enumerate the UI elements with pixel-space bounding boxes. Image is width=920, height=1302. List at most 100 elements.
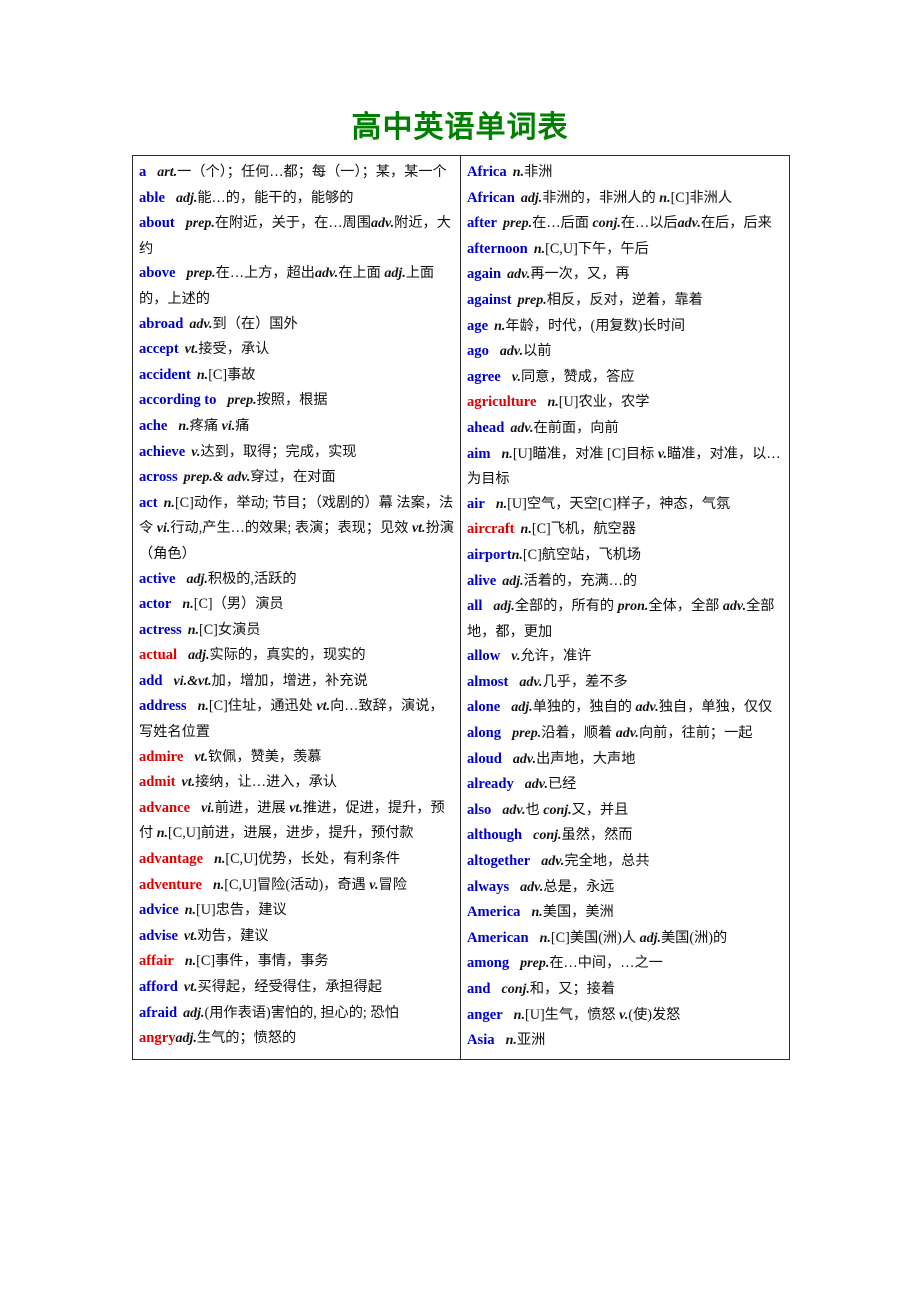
vocabulary-entry: age n.年龄，时代，(用复数)长时间 bbox=[467, 314, 783, 340]
headword: achieve bbox=[139, 443, 186, 460]
definition: n.[U]生气，愤怒 v.(使)发怒 bbox=[513, 1006, 681, 1023]
definition: adj.生气的；愤怒的 bbox=[175, 1030, 297, 1047]
headword: and bbox=[467, 981, 491, 997]
headword: along bbox=[467, 725, 502, 742]
headword: actor bbox=[139, 596, 172, 613]
headword: according to bbox=[139, 392, 217, 409]
headword: about bbox=[139, 215, 175, 232]
vocabulary-entry: admire vt.钦佩，赞美，羡慕 bbox=[139, 745, 454, 771]
vocabulary-entry: also adv.也 conj.又，并且 bbox=[467, 798, 783, 824]
vocabulary-entry: able adj.能…的，能干的，能够的 bbox=[139, 186, 454, 212]
vocabulary-entry: ago adv.以前 bbox=[467, 339, 783, 365]
headword: active bbox=[139, 570, 176, 587]
vocabulary-entry: all adj.全部的，所有的 pron.全体，全部 adv.全部地，都，更加 bbox=[467, 594, 783, 644]
vocabulary-entry: American n.[C]美国(洲)人 adj.美国(洲)的 bbox=[467, 926, 783, 952]
headword: after bbox=[467, 215, 497, 232]
vocabulary-entry: airportn.[C]航空站，飞机场 bbox=[467, 543, 783, 569]
vocabulary-entry: again adv.再一次，又，再 bbox=[467, 262, 783, 288]
definition: adv.以前 bbox=[499, 343, 552, 360]
vocabulary-entry: address n.[C]住址，通迅处 vt.向…致辞，演说，写姓名位置 bbox=[139, 694, 454, 744]
vocabulary-entry: aircraft n.[C]飞机，航空器 bbox=[467, 517, 783, 543]
headword: allow bbox=[467, 648, 501, 665]
definition: n.[U]空气，天空[C]样子，神态，气氛 bbox=[495, 495, 731, 512]
vocabulary-entry: agree v.同意，赞成，答应 bbox=[467, 365, 783, 391]
headword: actress bbox=[139, 621, 182, 638]
vocabulary-entry: against prep.相反，反对，逆着，靠着 bbox=[467, 288, 783, 314]
vocabulary-entry: America n.美国，美洲 bbox=[467, 900, 783, 926]
headword: affair bbox=[139, 953, 174, 970]
vocabulary-entry: and conj.和，又；接着 bbox=[467, 977, 783, 1003]
headword: aircraft bbox=[467, 521, 515, 538]
definition: v.达到，取得；完成，实现 bbox=[191, 443, 357, 460]
headword: afraid bbox=[139, 1004, 178, 1021]
headword: America bbox=[467, 904, 521, 921]
definition: n.[C]事件，事情，事务 bbox=[184, 953, 329, 970]
headword: advantage bbox=[139, 851, 204, 868]
definition: v.同意，赞成，答应 bbox=[511, 368, 635, 385]
headword: abroad bbox=[139, 315, 184, 332]
definition: adj.积极的,活跃的 bbox=[186, 570, 297, 587]
headword: above bbox=[139, 265, 176, 282]
headword: anger bbox=[467, 1006, 503, 1023]
definition: prep.在附近，关于，在…周围adv.附近，大约 bbox=[139, 215, 451, 257]
definition: vt.接纳，让…进入，承认 bbox=[181, 774, 337, 791]
vocabulary-entry: although conj.虽然，然而 bbox=[467, 823, 783, 849]
definition: n.非洲 bbox=[512, 164, 553, 180]
definition: adv.已经 bbox=[524, 776, 577, 793]
headword: afford bbox=[139, 979, 178, 995]
definition: v.允许，准许 bbox=[511, 648, 592, 665]
vocabulary-entry: across prep.& adv.穿过，在对面 bbox=[139, 465, 454, 491]
vocabulary-entry: angryadj.生气的；愤怒的 bbox=[139, 1026, 454, 1052]
definition: adv.到（在）国外 bbox=[189, 315, 298, 332]
definition: n.[C]（男）演员 bbox=[182, 596, 284, 613]
vocabulary-entry: African adj.非洲的，非洲人的 n.[C]非洲人 bbox=[467, 186, 783, 212]
vocabulary-entry: add vi.&vt.加，增加，增进，补充说 bbox=[139, 669, 454, 695]
vocabulary-entry: among prep.在…中间，…之一 bbox=[467, 951, 783, 977]
definition: adv.几乎，差不多 bbox=[519, 673, 628, 690]
headword: afternoon bbox=[467, 240, 528, 257]
headword: able bbox=[139, 189, 165, 206]
vocabulary-entry: act n.[C]动作，举动; 节目；（戏剧的）幕 法案，法令 vi.行动,产生…… bbox=[139, 491, 454, 567]
headword: adventure bbox=[139, 876, 202, 893]
definition: conj.虽然，然而 bbox=[533, 827, 633, 844]
vocabulary-entry: Africa n.非洲 bbox=[467, 160, 783, 186]
definition: vi.&vt.加，增加，增进，补充说 bbox=[173, 672, 368, 689]
vocabulary-entry: anger n.[U]生气，愤怒 v.(使)发怒 bbox=[467, 1003, 783, 1029]
definition: adv.完全地，总共 bbox=[541, 853, 650, 870]
definition: prep.& adv.穿过，在对面 bbox=[183, 469, 336, 486]
vocabulary-entry: afraid adj.(用作表语)害怕的, 担心的; 恐怕 bbox=[139, 1001, 454, 1027]
headword: admire bbox=[139, 748, 184, 765]
vocabulary-entry: alone adj.单独的，独自的 adv.独自，单独，仅仅 bbox=[467, 695, 783, 721]
page-title: 高中英语单词表 bbox=[351, 110, 569, 145]
definition: n.[C]事故 bbox=[196, 366, 256, 383]
headword: actual bbox=[139, 647, 178, 664]
vocabulary-entry: aloud adv.出声地，大声地 bbox=[467, 747, 783, 773]
definition: adv.总是，永远 bbox=[520, 878, 615, 895]
definition: adj.非洲的，非洲人的 n.[C]非洲人 bbox=[520, 189, 733, 206]
definition: art.一（个）；任何…都；每（一）；某，某一个 bbox=[157, 164, 447, 180]
headword: advise bbox=[139, 927, 178, 944]
definition: prep.沿着，顺着 adv.向前，往前；一起 bbox=[512, 725, 753, 742]
headword: age bbox=[467, 317, 489, 334]
headword: also bbox=[467, 801, 492, 818]
definition: n.疼痛 vi.痛 bbox=[178, 417, 250, 434]
headword: American bbox=[467, 929, 529, 946]
definition: n.[C]女演员 bbox=[187, 621, 261, 638]
headword: accident bbox=[139, 366, 191, 383]
definition: prep.在…后面 conj.在…以后adv.在后，后来 bbox=[502, 215, 772, 232]
definition: n.[C]航空站，飞机场 bbox=[511, 546, 642, 563]
definition: n.[U]忠告，建议 bbox=[184, 902, 287, 919]
definition: n.[C,U]优势，长处，有利条件 bbox=[214, 851, 400, 868]
vocabulary-entry: aim n.[U]瞄准，对准 [C]目标 v.瞄准，对准，以…为目标 bbox=[467, 442, 783, 492]
headword: altogether bbox=[467, 853, 531, 870]
document-page: 高中英语单词表 a art.一（个）；任何…都；每（一）；某，某一个 able adj… bbox=[0, 0, 920, 1302]
vocabulary-entry: achieve v.达到，取得；完成，实现 bbox=[139, 440, 454, 466]
vocabulary-entry: already adv.已经 bbox=[467, 772, 783, 798]
vocabulary-entry: advantage n.[C,U]优势，长处，有利条件 bbox=[139, 847, 454, 873]
left-column: a art.一（个）；任何…都；每（一）；某，某一个 able adj.能…的，能干的… bbox=[133, 156, 461, 1059]
vocabulary-entry: about prep.在附近，关于，在…周围adv.附近，大约 bbox=[139, 211, 454, 261]
definition: n.[C]飞机，航空器 bbox=[520, 521, 636, 538]
headword: aloud bbox=[467, 750, 502, 767]
definition: prep.在…中间，…之一 bbox=[520, 955, 663, 972]
vocabulary-entry: actress n.[C]女演员 bbox=[139, 618, 454, 644]
